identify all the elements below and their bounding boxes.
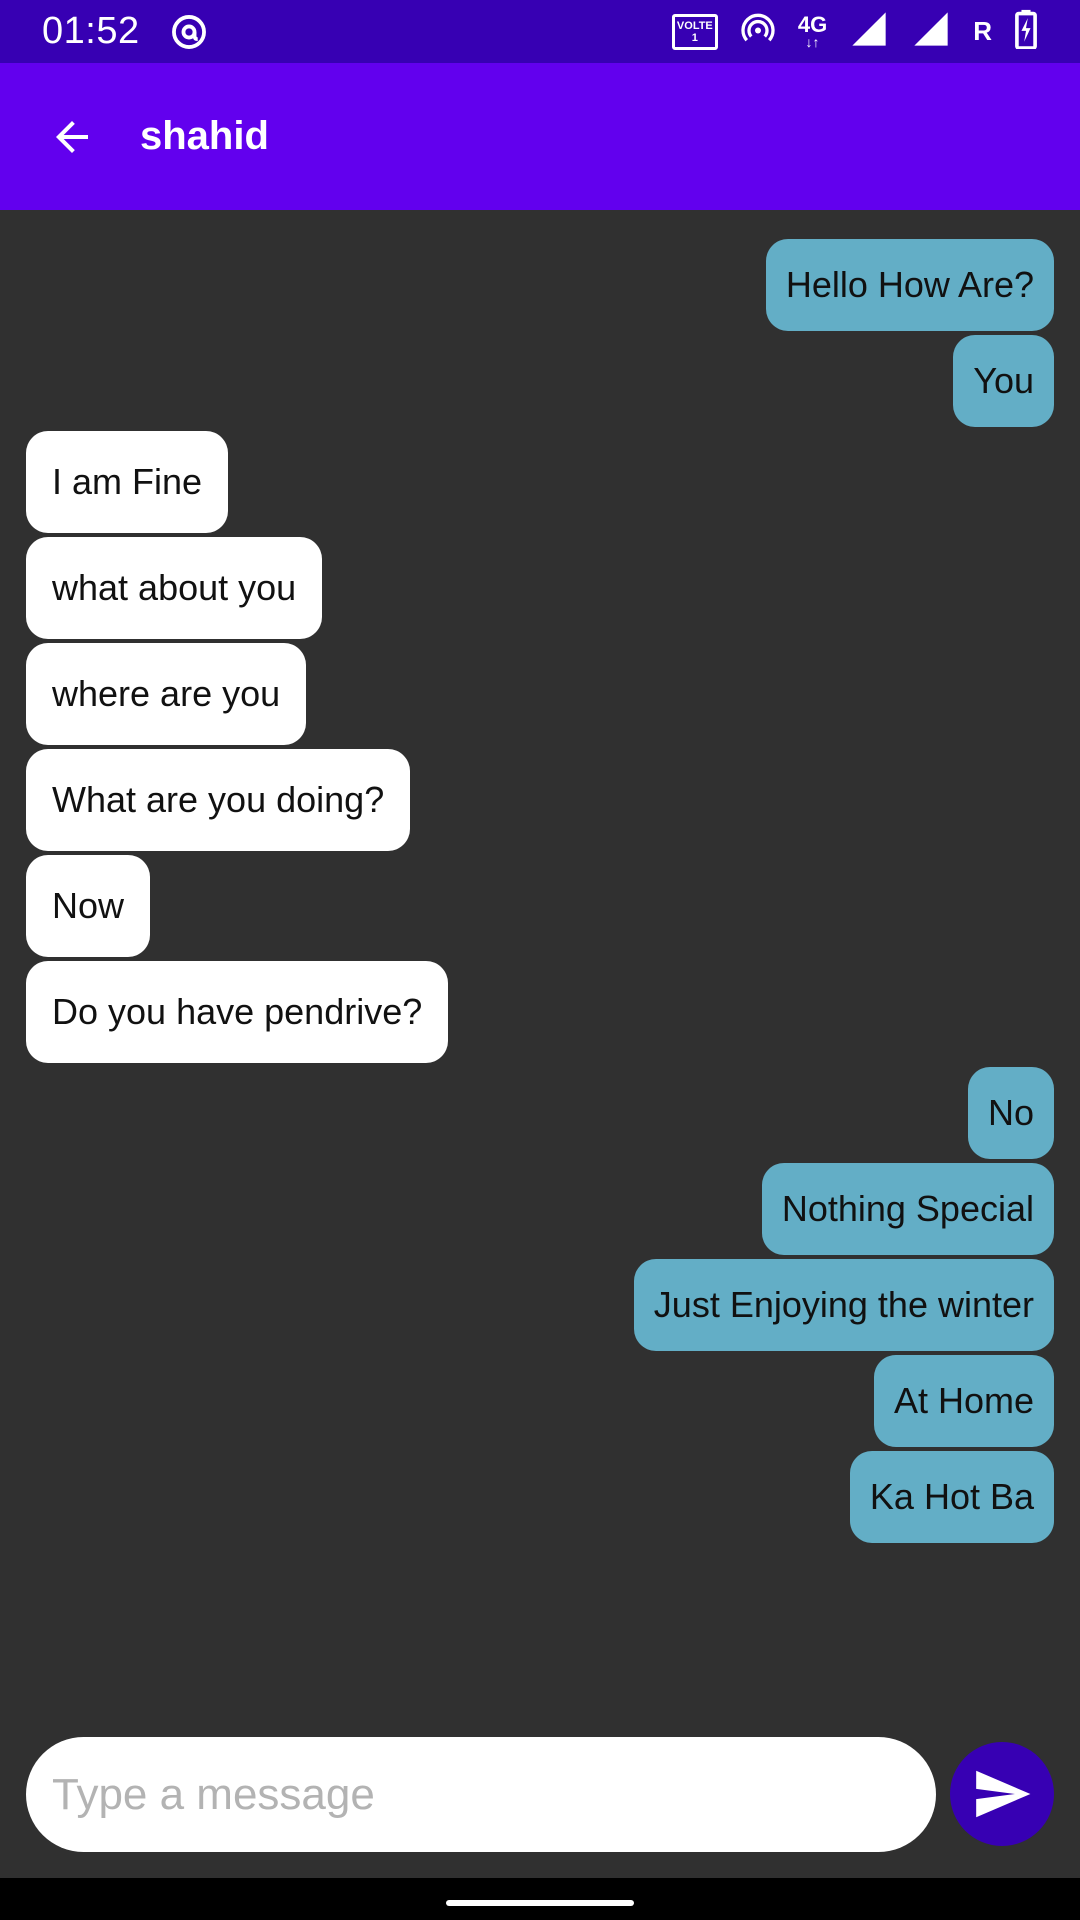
outgoing-message: No [967,1067,1054,1159]
incoming-message: Now [26,855,151,957]
status-icons: VOLTE 1 4G ↓↑ R [671,0,1038,63]
volte-icon: VOLTE 1 [671,13,718,50]
outgoing-message: Just Enjoying the winter [633,1259,1054,1351]
outgoing-message: At Home [873,1355,1054,1447]
at-sign-icon [170,12,210,52]
network-type-label: 4G [797,11,828,37]
status-bar: 01:52 VOLTE 1 4G ↓↑ R [0,0,1080,63]
incoming-message: Do you have pendrive? [26,961,449,1063]
home-indicator[interactable] [446,1900,634,1906]
status-time: 01:52 [42,10,140,52]
app-bar: shahid [0,63,1080,210]
signal-icon [911,9,951,54]
outgoing-message: Ka Hot Ba [849,1451,1054,1543]
send-icon [976,1770,1031,1818]
chat-title: shahid [140,114,269,158]
chat-screen: 01:52 VOLTE 1 4G ↓↑ R shahid Hello How A… [0,0,1080,1920]
hotspot-icon [740,11,776,52]
volte-label: VOLTE [676,19,713,32]
signal-icon [849,9,889,54]
incoming-message: I am Fine [26,431,229,533]
message-list: Hello How Are? You I am Fine what about … [0,210,1080,1730]
navigation-bar [0,1878,1080,1920]
incoming-message: what about you [26,537,323,639]
arrow-back-icon [56,120,88,153]
data-arrows-icon: ↓↑ [805,33,820,50]
battery-charging-icon [1014,9,1038,54]
outgoing-message: Nothing Special [761,1163,1054,1255]
outgoing-message: Hello How Are? [765,239,1054,331]
message-input[interactable] [26,1737,936,1852]
send-button[interactable] [950,1742,1054,1846]
outgoing-message: You [953,335,1054,427]
incoming-message: where are you [26,643,307,745]
network-type: 4G ↓↑ [797,11,828,50]
incoming-message: What are you doing? [26,749,411,851]
sim-number: 1 [691,31,698,44]
roaming-indicator: R [973,16,992,46]
back-button[interactable] [40,105,104,169]
